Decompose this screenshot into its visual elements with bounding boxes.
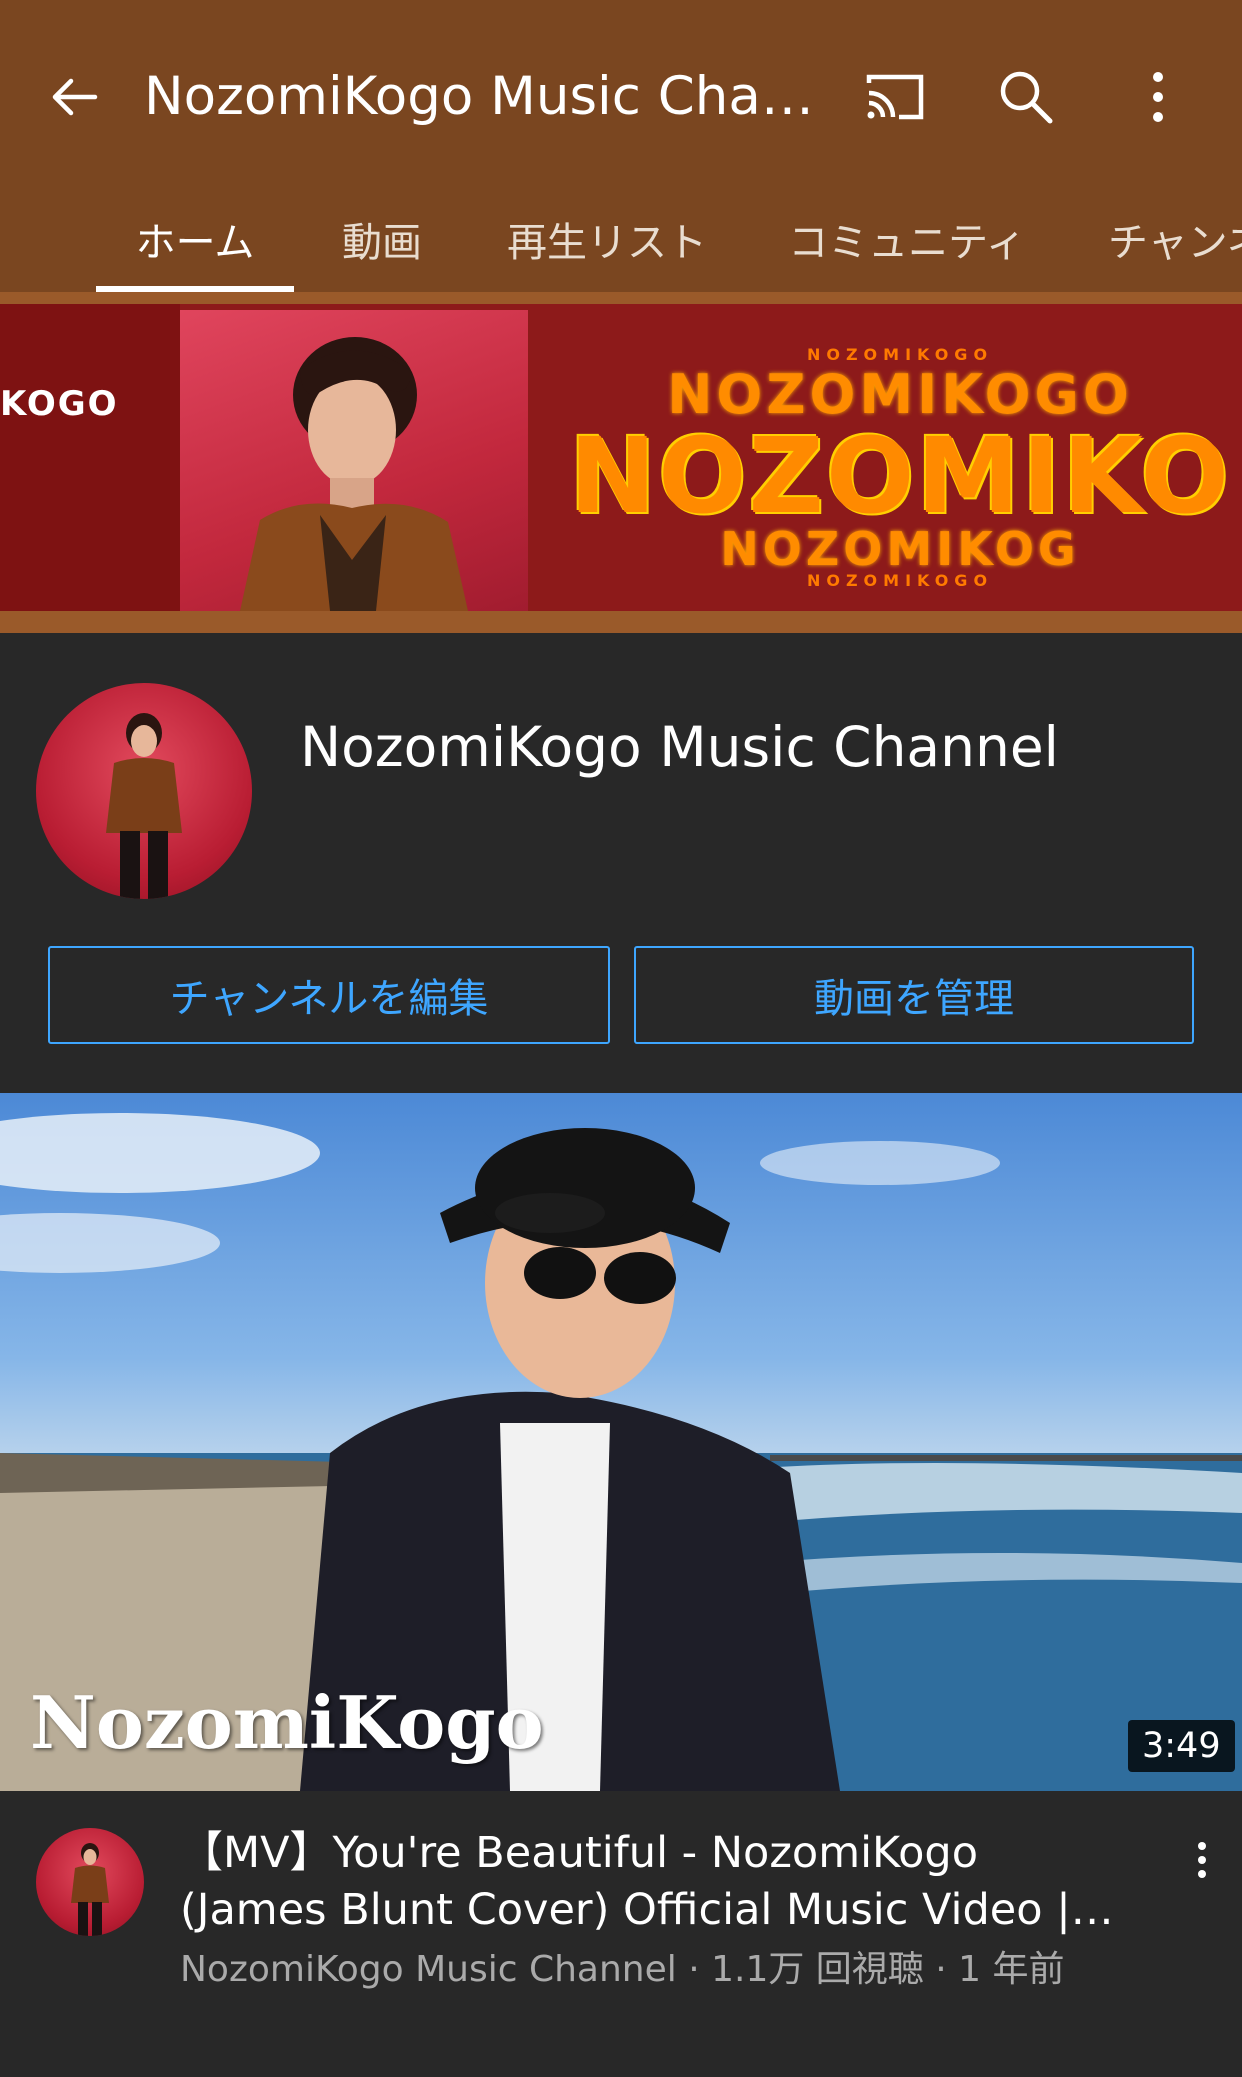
channel-name: NozomiKogo Music Channel xyxy=(300,715,1059,779)
video-title[interactable]: 【MV】You're Beautiful - NozomiKogo (James… xyxy=(180,1825,1120,1939)
banner-logo-small-2: NOZOMIKOGO xyxy=(806,571,994,590)
search-icon xyxy=(1000,71,1053,124)
banner-photo xyxy=(180,310,528,611)
arrow-left-icon xyxy=(52,78,98,116)
video-channel-avatar[interactable] xyxy=(36,1828,144,1936)
cast-icon xyxy=(866,74,924,120)
channel-avatar[interactable] xyxy=(36,683,252,899)
cast-button[interactable] xyxy=(853,55,937,139)
tab-playlists[interactable]: 再生リスト xyxy=(492,195,722,291)
app-bar: NozomiKogo Music Chan… xyxy=(0,0,1242,195)
channel-tabs: ホーム 動画 再生リスト コミュニティ チャンネ xyxy=(0,195,1242,295)
tab-videos[interactable]: 動画 xyxy=(320,195,444,291)
channel-banner: KOGO NOZOMIKOGO NOZOMIKOGO NOZOMIKO NOZO… xyxy=(0,304,1242,611)
video-metadata: NozomiKogo Music Channel · 1.1万 回視聴 · 1 … xyxy=(180,1949,1065,1990)
manage-videos-button[interactable]: 動画を管理 xyxy=(634,946,1194,1044)
video-more-button[interactable] xyxy=(1172,1830,1232,1890)
more-vert-icon xyxy=(1153,72,1163,122)
video-duration: 3:49 xyxy=(1128,1720,1235,1772)
search-button[interactable] xyxy=(984,55,1068,139)
more-vert-icon xyxy=(1198,1842,1206,1878)
thumbnail-watermark: NozomiKogo xyxy=(30,1680,544,1765)
tab-community[interactable]: コミュニティ xyxy=(772,195,1042,291)
banner-divider xyxy=(0,611,1242,633)
avatar-small-person-image xyxy=(71,1843,109,1936)
back-button[interactable] xyxy=(36,60,110,134)
more-options-button[interactable] xyxy=(1116,55,1200,139)
banner-logo-big: NOZOMIKO xyxy=(569,415,1231,537)
avatar-person-image xyxy=(106,713,182,899)
tabs-divider xyxy=(0,292,1242,304)
tab-channel[interactable]: チャンネ xyxy=(1108,195,1242,291)
edit-channel-button[interactable]: チャンネルを編集 xyxy=(48,946,610,1044)
banner-logo: NOZOMIKOGO NOZOMIKOGO NOZOMIKO NOZOMIKOG… xyxy=(540,344,1242,590)
tab-home[interactable]: ホーム xyxy=(96,195,294,291)
video-title-line-2: (James Blunt Cover) Official Music Video… xyxy=(180,1885,1114,1935)
banner-person-image xyxy=(240,337,468,611)
page-title: NozomiKogo Music Chan… xyxy=(144,66,834,127)
banner-left-text: KOGO xyxy=(0,384,119,424)
banner-left-panel: KOGO xyxy=(0,304,180,611)
video-title-line-1: 【MV】You're Beautiful - NozomiKogo xyxy=(180,1828,979,1878)
